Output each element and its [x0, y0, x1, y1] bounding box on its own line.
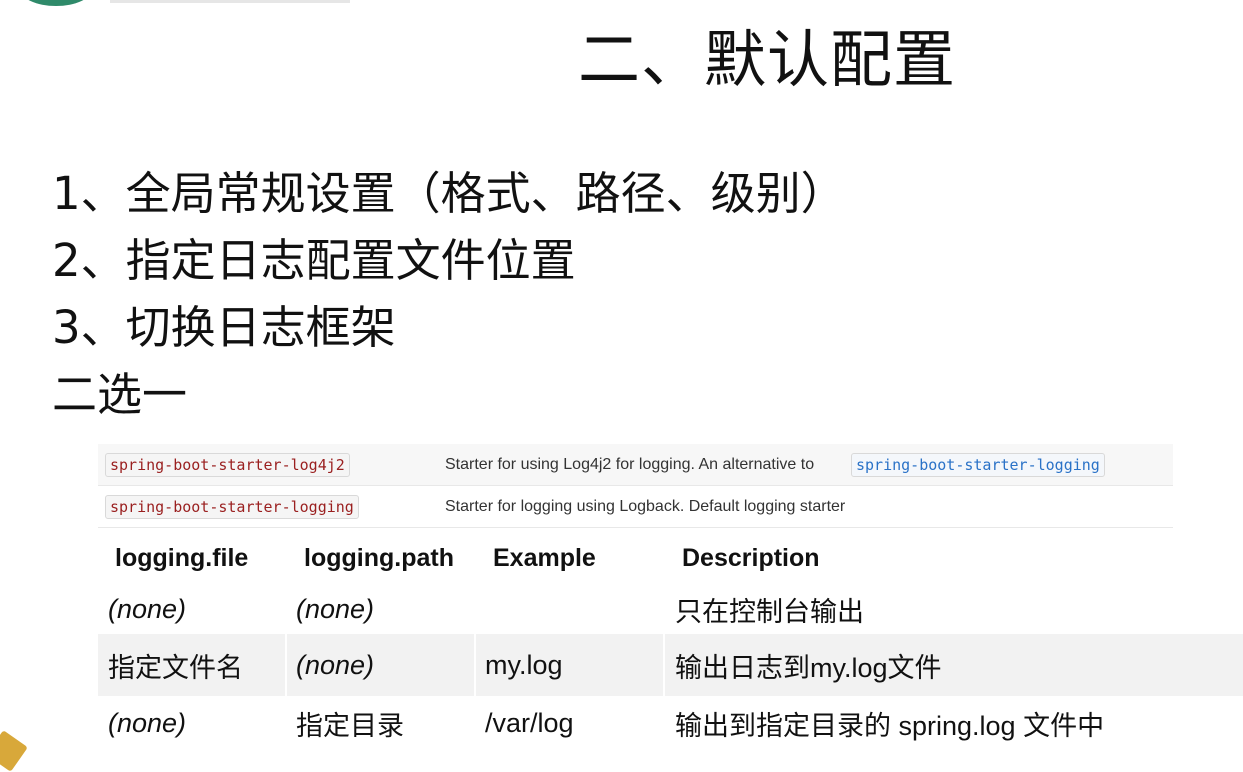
table-row: (none) 指定目录 /var/log 输出到指定目录的 spring.log…	[98, 696, 1243, 751]
agenda-item-1: 1、全局常规设置（格式、路径、级别）	[52, 167, 846, 220]
cell-example	[476, 584, 663, 634]
cell-description: 只在控制台输出	[675, 596, 864, 628]
starter-link[interactable]: spring-boot-starter-logging	[851, 453, 1105, 477]
table-header-row: logging.file logging.path Example Descri…	[98, 532, 1243, 584]
starter-name-code: spring-boot-starter-log4j2	[105, 453, 350, 477]
decorative-circle-top	[20, 0, 92, 6]
cell-example: my.log	[476, 634, 663, 696]
cell-logging-path: (none)	[296, 593, 375, 624]
cell-logging-path: 指定目录	[296, 711, 404, 742]
header-example: Example	[493, 543, 596, 572]
starter-row-logging: spring-boot-starter-logging Starter for …	[98, 486, 1173, 528]
logging-properties-table: logging.file logging.path Example Descri…	[98, 532, 1243, 751]
starter-row-log4j2: spring-boot-starter-log4j2 Starter for u…	[98, 444, 1173, 485]
cell-logging-path: (none)	[287, 634, 474, 696]
cell-description: 输出日志到my.log文件	[665, 634, 1243, 696]
slide-title: 二、默认配置	[578, 23, 957, 96]
agenda-item-4: 二选一	[52, 368, 188, 421]
agenda-item-3: 3、切换日志框架	[52, 301, 396, 354]
agenda-item-2: 2、指定日志配置文件位置	[52, 234, 576, 287]
header-logging-path: logging.path	[304, 543, 454, 572]
starter-description: Starter for logging using Logback. Defau…	[445, 498, 846, 515]
cell-logging-file: 指定文件名	[98, 634, 285, 696]
table-row: 指定文件名 (none) my.log 输出日志到my.log文件	[98, 634, 1243, 696]
cell-example: /var/log	[485, 708, 574, 738]
table-row: (none) (none) 只在控制台输出	[98, 584, 1243, 634]
header-logging-file: logging.file	[115, 543, 249, 572]
agenda-list: 1、全局常规设置（格式、路径、级别） 2、指定日志配置文件位置 3、切换日志框架…	[52, 160, 846, 428]
cell-logging-file: (none)	[108, 593, 187, 624]
starter-table: spring-boot-starter-log4j2 Starter for u…	[98, 444, 1173, 528]
decorative-shape-bottom	[0, 730, 28, 772]
cell-description: 输出到指定目录的 spring.log 文件中	[675, 711, 1105, 741]
header-description: Description	[682, 543, 820, 572]
decorative-line-top	[110, 0, 350, 3]
cell-logging-file: (none)	[108, 708, 187, 738]
starter-description: Starter for using Log4j2 for logging. An…	[445, 456, 815, 473]
starter-name-code: spring-boot-starter-logging	[105, 495, 359, 519]
